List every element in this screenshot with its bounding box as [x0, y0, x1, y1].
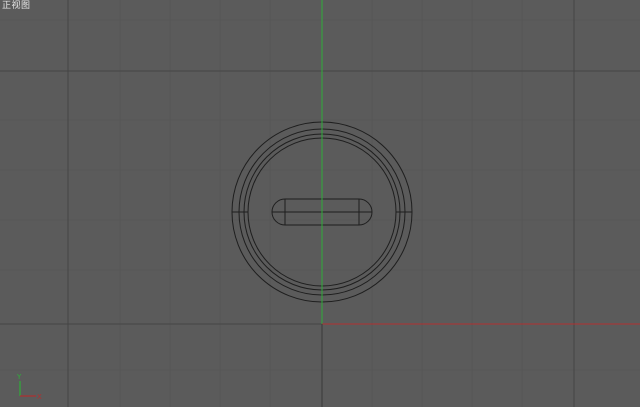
grid-major [0, 0, 640, 407]
gizmo-x-label: X [37, 393, 42, 401]
viewport-canvas[interactable]: Y X [0, 0, 640, 407]
view-name-label[interactable]: 正视图 [2, 1, 31, 12]
front-viewport[interactable]: Y X 正视图 [0, 0, 640, 407]
axis-gizmo: Y X [16, 373, 42, 401]
grid-minor [0, 0, 640, 407]
gizmo-y-label: Y [16, 373, 22, 381]
